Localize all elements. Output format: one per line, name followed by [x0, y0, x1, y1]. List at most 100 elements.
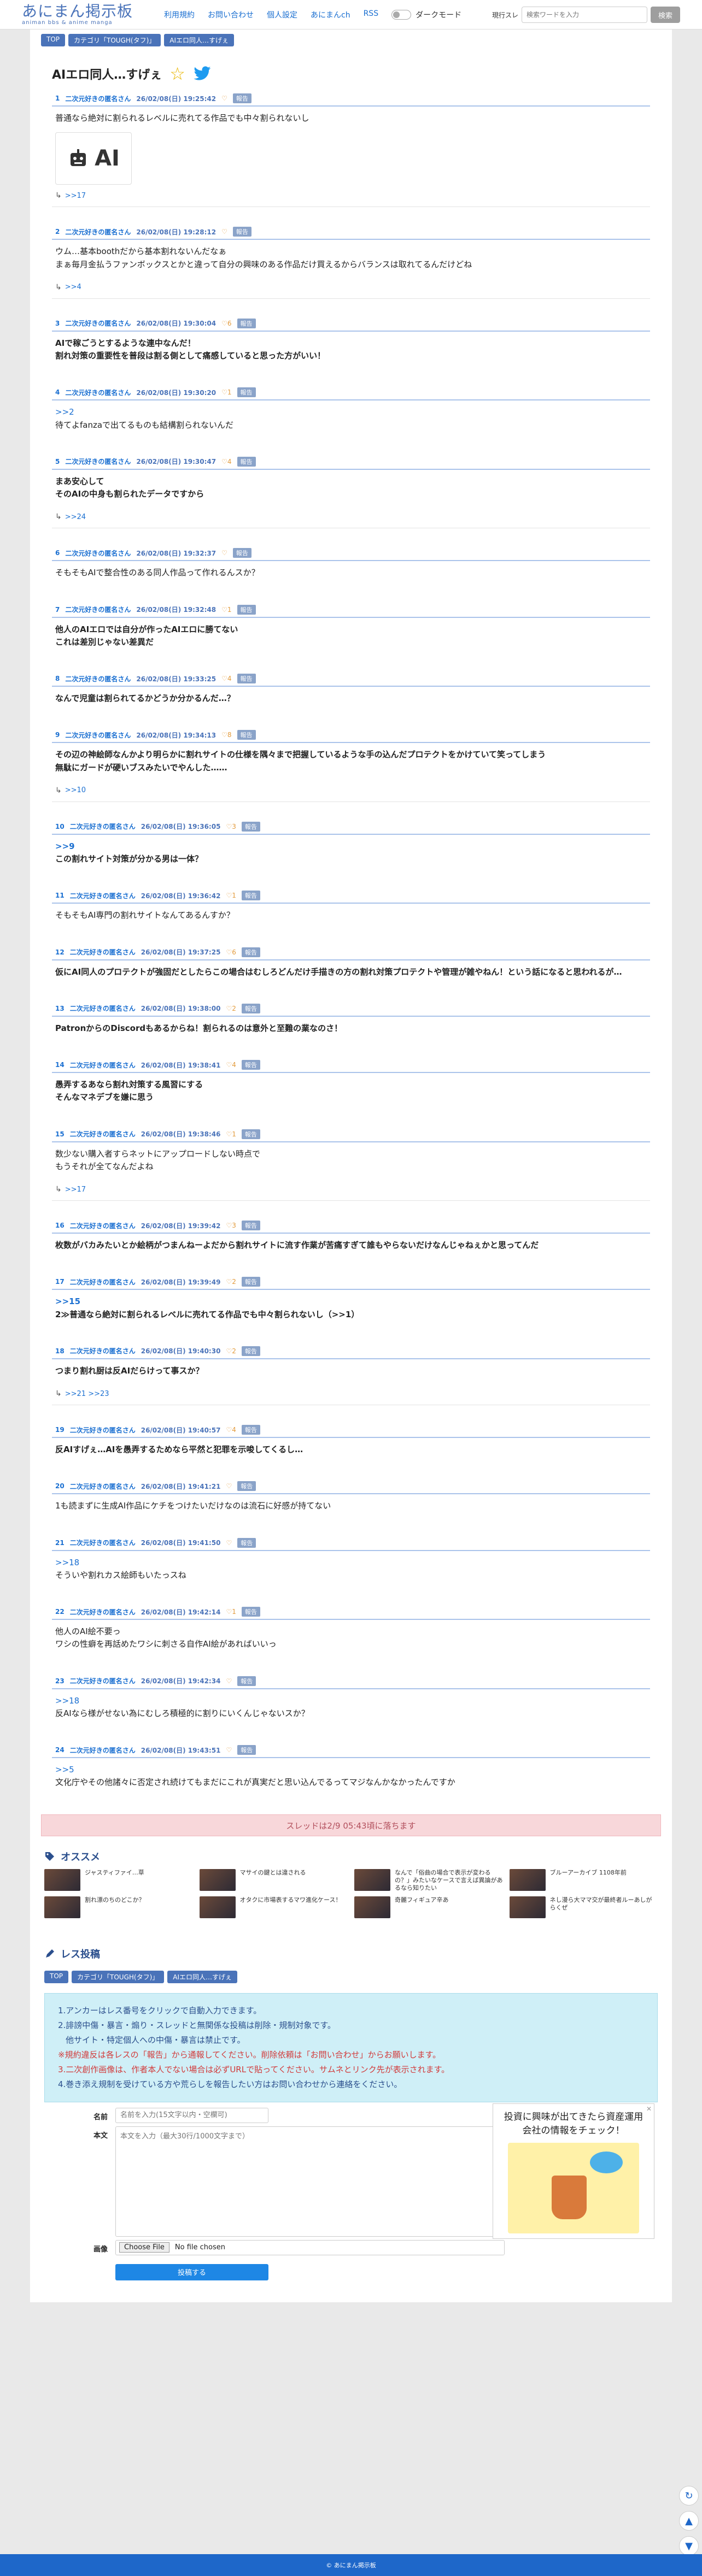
like-button[interactable]: ♡4	[226, 1061, 236, 1069]
post-author[interactable]: 二次元好きの匿名さん	[70, 1607, 136, 1617]
post-author[interactable]: 二次元好きの匿名さん	[65, 227, 131, 237]
post-author[interactable]: 二次元好きの匿名さん	[65, 94, 131, 103]
like-button[interactable]: ♡1	[226, 1608, 236, 1616]
post-number[interactable]: 21	[55, 1539, 65, 1547]
report-button[interactable]: 報告	[232, 93, 251, 103]
ad-close-icon[interactable]: ✕	[646, 2105, 652, 2113]
nav-terms[interactable]: 利用規約	[164, 9, 195, 20]
post-number[interactable]: 24	[55, 1746, 65, 1754]
post-number[interactable]: 1	[55, 95, 60, 102]
like-button[interactable]: ♡1	[221, 388, 231, 396]
reply-links[interactable]: >>10	[65, 786, 86, 794]
reply-links[interactable]: >>17	[65, 192, 86, 200]
post-number[interactable]: 5	[55, 458, 60, 465]
breadcrumb-top[interactable]: TOP	[41, 34, 66, 46]
like-button[interactable]: ♡	[226, 1482, 232, 1490]
search-input[interactable]	[522, 7, 647, 23]
ad-banner[interactable]: ✕ 投資に興味が出てきたら資産運用会社の情報をチェック！	[493, 2103, 654, 2239]
report-button[interactable]: 報告	[241, 1129, 260, 1139]
nav-animanch[interactable]: あにまんch	[311, 9, 350, 20]
report-button[interactable]: 報告	[241, 1277, 260, 1287]
post-author[interactable]: 二次元好きの匿名さん	[70, 1221, 136, 1230]
report-button[interactable]: 報告	[241, 1221, 260, 1230]
like-button[interactable]: ♡	[226, 1539, 232, 1547]
post-author[interactable]: 二次元好きの匿名さん	[65, 730, 131, 740]
reply-links[interactable]: >>4	[65, 283, 81, 291]
twitter-icon[interactable]	[193, 66, 212, 81]
post-author[interactable]: 二次元好きの匿名さん	[70, 1129, 136, 1139]
post-number[interactable]: 14	[55, 1061, 65, 1069]
post-number[interactable]: 18	[55, 1347, 65, 1355]
report-button[interactable]: 報告	[232, 548, 251, 558]
like-button[interactable]: ♡2	[226, 1347, 236, 1355]
report-button[interactable]: 報告	[237, 1745, 256, 1755]
post-author[interactable]: 二次元好きの匿名さん	[70, 891, 136, 900]
form-breadcrumb-thread[interactable]: AIエロ同人…すげぇ	[167, 1970, 238, 1983]
report-button[interactable]: 報告	[241, 1425, 260, 1435]
post-anchor[interactable]: >>18	[55, 1557, 647, 1569]
form-breadcrumb-top[interactable]: TOP	[44, 1970, 69, 1983]
post-number[interactable]: 15	[55, 1130, 65, 1138]
dark-mode-toggle[interactable]	[391, 9, 412, 20]
recommend-item[interactable]: ジャスティファイ…草	[44, 1868, 193, 1891]
post-number[interactable]: 17	[55, 1278, 65, 1286]
like-button[interactable]: ♡	[221, 95, 227, 102]
report-button[interactable]: 報告	[241, 821, 260, 832]
post-author[interactable]: 二次元好きの匿名さん	[70, 1346, 136, 1355]
post-number[interactable]: 11	[55, 892, 65, 899]
like-button[interactable]: ♡6	[221, 320, 231, 327]
post-number[interactable]: 2	[55, 228, 60, 235]
nav-rss[interactable]: RSS	[364, 9, 379, 20]
like-button[interactable]: ♡	[226, 1677, 232, 1685]
refresh-icon[interactable]: ↻	[679, 2486, 699, 2506]
post-number[interactable]: 23	[55, 1677, 65, 1685]
report-button[interactable]: 報告	[237, 674, 256, 683]
post-number[interactable]: 22	[55, 1608, 65, 1616]
like-button[interactable]: ♡	[221, 228, 227, 235]
star-icon[interactable]: ☆	[169, 65, 185, 82]
post-author[interactable]: 二次元好きの匿名さん	[70, 1060, 136, 1070]
like-button[interactable]: ♡4	[226, 1426, 236, 1434]
report-button[interactable]: 報告	[241, 1003, 260, 1013]
post-anchor[interactable]: >>9	[55, 840, 647, 853]
report-button[interactable]: 報告	[237, 1537, 256, 1548]
post-anchor[interactable]: >>2	[55, 406, 647, 418]
report-button[interactable]: 報告	[232, 227, 251, 237]
post-number[interactable]: 10	[55, 823, 65, 830]
post-number[interactable]: 13	[55, 1005, 65, 1012]
nav-settings[interactable]: 個人設定	[267, 9, 297, 20]
submit-button[interactable]: 投稿する	[115, 2263, 268, 2280]
report-button[interactable]: 報告	[237, 604, 256, 615]
scroll-down-icon[interactable]: ▼	[679, 2536, 699, 2556]
reply-links[interactable]: >>24	[65, 513, 86, 521]
like-button[interactable]: ♡1	[226, 1130, 236, 1138]
recommend-item[interactable]: 割れ漂のちのどこか？	[44, 1896, 193, 1918]
reply-links[interactable]: >>17	[65, 1186, 86, 1194]
body-field[interactable]	[115, 2126, 505, 2237]
recommend-item[interactable]: マサイの鍵とは違される	[199, 1868, 348, 1891]
report-button[interactable]: 報告	[237, 1676, 256, 1686]
site-logo[interactable]: あにまん掲示板 animan bbs & anime manga	[22, 3, 142, 26]
like-button[interactable]: ♡2	[226, 1005, 236, 1012]
post-author[interactable]: 二次元好きの匿名さん	[70, 822, 136, 831]
post-number[interactable]: 6	[55, 549, 60, 557]
like-button[interactable]: ♡4	[221, 458, 231, 465]
dark-mode-switch[interactable]: ダークモード	[391, 9, 461, 20]
like-button[interactable]: ♡6	[226, 948, 236, 956]
like-button[interactable]: ♡3	[226, 823, 236, 830]
post-author[interactable]: 二次元好きの匿名さん	[70, 1746, 136, 1755]
like-button[interactable]: ♡4	[221, 675, 231, 682]
scroll-up-icon[interactable]: ▲	[679, 2511, 699, 2531]
like-button[interactable]: ♡	[226, 1746, 232, 1754]
post-number[interactable]: 8	[55, 675, 60, 682]
post-number[interactable]: 3	[55, 320, 60, 327]
report-button[interactable]: 報告	[241, 891, 260, 901]
recommend-item[interactable]: ブルーアーカイブ 1108年前	[509, 1868, 658, 1891]
report-button[interactable]: 報告	[237, 318, 256, 328]
name-field[interactable]	[115, 2107, 268, 2123]
post-image[interactable]: AI	[55, 132, 132, 185]
post-number[interactable]: 20	[55, 1482, 65, 1490]
image-file-input[interactable]: Choose File No file chosen	[115, 2239, 505, 2255]
post-number[interactable]: 9	[55, 731, 60, 739]
recommend-item[interactable]: ネし漫ら大ママ交が最終者ルーあしがらくぜ	[509, 1896, 658, 1918]
